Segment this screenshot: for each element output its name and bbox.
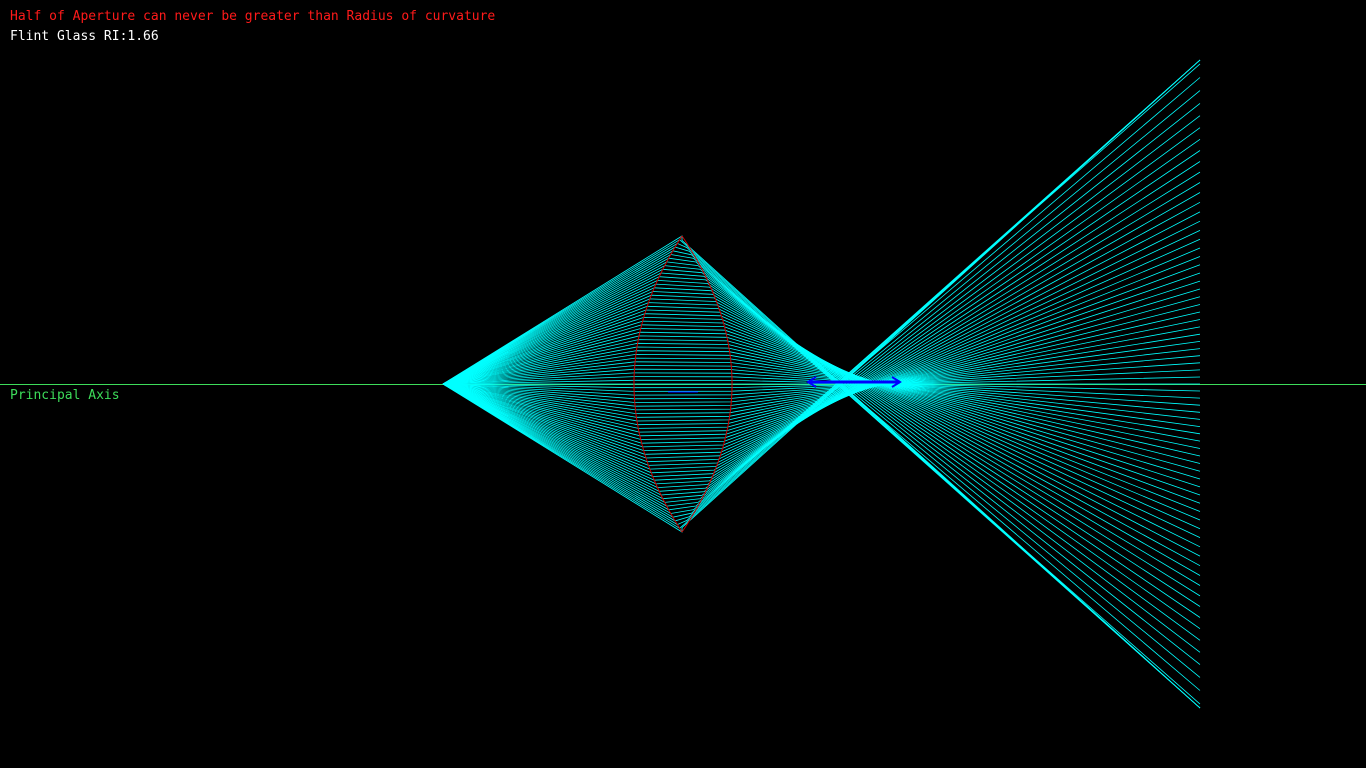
ray [442, 261, 1201, 678]
ray [442, 320, 1201, 512]
principal-axis-label: Principal Axis [10, 388, 120, 403]
ray [442, 242, 1201, 709]
ray-diagram [0, 59, 1366, 709]
ray-group [442, 59, 1201, 709]
optics-canvas: Half of Aperture can never be greater th… [0, 0, 1366, 768]
ray [442, 265, 1201, 665]
ray [442, 90, 1201, 507]
ray [442, 239, 1201, 709]
ray [442, 256, 1201, 448]
ray [442, 59, 1201, 526]
ray [442, 59, 1201, 529]
ray [442, 103, 1201, 503]
material-info-text: Flint Glass RI:1.66 [10, 29, 159, 44]
aperture-warning-text: Half of Aperture can never be greater th… [10, 9, 496, 24]
